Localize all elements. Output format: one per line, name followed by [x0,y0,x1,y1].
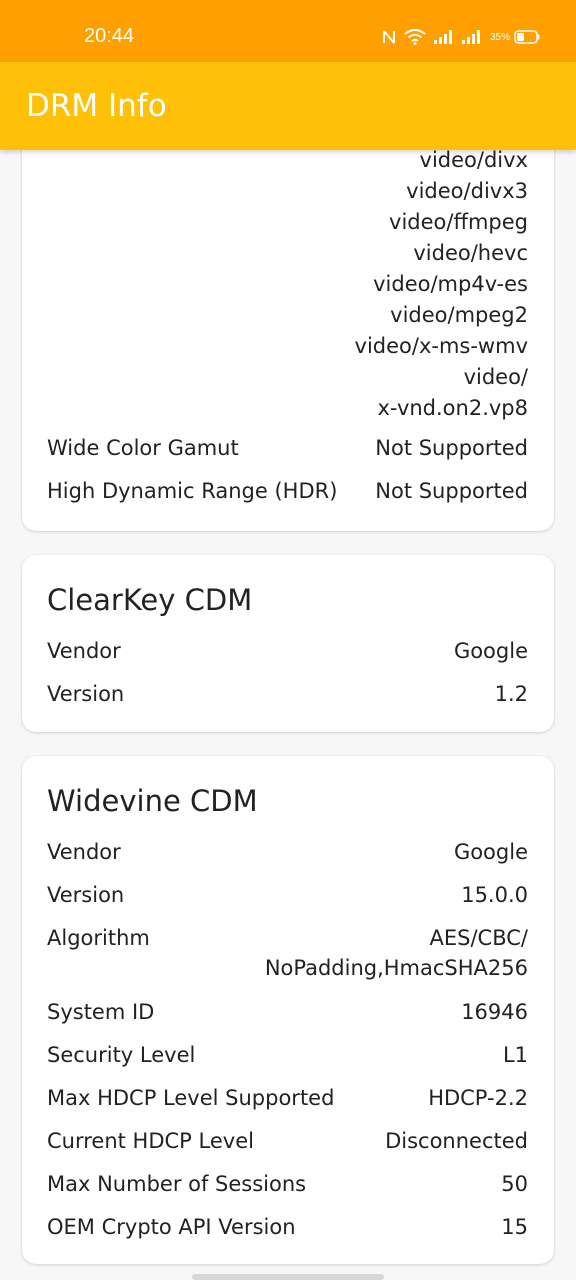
wifi-icon [404,29,426,45]
home-indicator[interactable] [192,1274,384,1280]
vendor-label: Vendor [47,840,121,864]
oem-crypto-api-version-label: OEM Crypto API Version [47,1215,296,1239]
algorithm-label: Algorithm [47,926,150,950]
status-time: 20:44 [84,25,135,47]
max-sessions-label: Max Number of Sessions [47,1172,307,1196]
wide-color-gamut-label: Wide Color Gamut [47,436,239,460]
current-hdcp-level-value: Disconnected [385,1129,528,1153]
security-level-value: L1 [502,1043,528,1067]
card-title: ClearKey CDM [47,583,253,617]
security-level-label: Security Level [47,1043,196,1067]
status-icons: 35% [382,24,540,50]
codec-item: video/divx [419,150,528,172]
card-title: Widevine CDM [47,784,258,818]
hdr-value: Not Supported [375,479,528,503]
drm-info-list[interactable]: video/divx video/divx3 video/ffmpeg vide… [0,150,576,1280]
version-label: Version [47,883,125,907]
signal-icon [433,30,454,44]
wide-color-gamut-value: Not Supported [375,436,528,460]
max-hdcp-level-label: Max HDCP Level Supported [47,1086,335,1110]
status-bar: 20:44 35% [0,0,576,62]
vendor-value: Google [453,840,528,864]
nfc-icon [382,29,396,45]
codec-item: video/x-ms-wmv [354,334,528,358]
battery-icon [514,30,540,44]
signal-icon [461,30,482,44]
oem-crypto-api-version-value: 15 [501,1215,528,1239]
version-value: 15.0.0 [461,883,528,907]
widevine-cdm-card: Widevine CDM Vendor Google Version 15.0.… [22,756,554,1264]
media-codecs-card: video/divx video/divx3 video/ffmpeg vide… [22,150,554,531]
vendor-value: Google [453,639,528,663]
algorithm-value-line-2: NoPadding,HmacSHA256 [264,956,528,980]
battery-percent: 35% [489,31,510,43]
app-bar: DRM Info [0,62,576,150]
hdr-label: High Dynamic Range (HDR) [47,479,338,503]
codec-item: video/hevc [413,241,528,265]
algorithm-value-line-1: AES/CBC/ [429,926,528,950]
app-title: DRM Info [26,88,167,124]
system-id-label: System ID [47,1000,155,1024]
current-hdcp-level-label: Current HDCP Level [47,1129,254,1153]
codec-item: video/ffmpeg [389,210,528,234]
system-id-value: 16946 [461,1000,528,1024]
max-sessions-value: 50 [501,1172,528,1196]
codec-item: x-vnd.on2.vp8 [377,396,529,420]
vendor-label: Vendor [47,639,121,663]
max-hdcp-level-value: HDCP-2.2 [428,1086,528,1110]
version-label: Version [47,682,125,706]
codec-item: video/divx3 [406,179,528,203]
codec-item: video/ [463,365,528,389]
codec-item: video/mp4v-es [373,272,528,296]
version-value: 1.2 [494,682,528,706]
codec-item: video/mpeg2 [390,303,528,327]
clearkey-cdm-card: ClearKey CDM Vendor Google Version 1.2 [22,555,554,732]
